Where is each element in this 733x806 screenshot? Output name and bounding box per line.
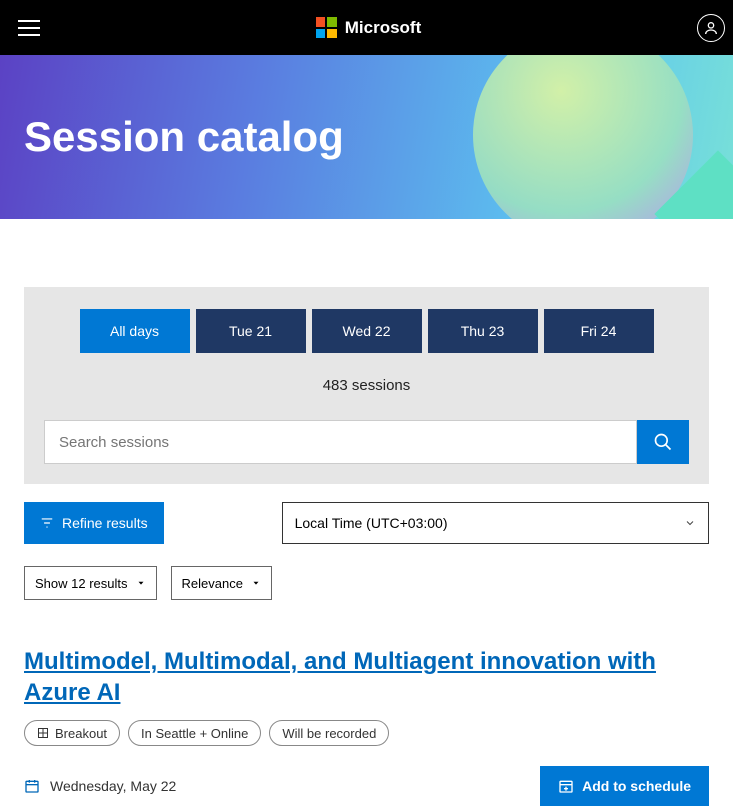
calendar-add-icon — [558, 778, 574, 794]
chevron-down-icon — [684, 517, 696, 529]
timezone-value: Local Time (UTC+03:00) — [295, 515, 448, 531]
session-count: 483 sessions — [44, 377, 689, 394]
refine-button[interactable]: Refine results — [24, 502, 164, 544]
page-size-value: Show 12 results — [35, 576, 128, 591]
session-title-link[interactable]: Multimodel, Multimodal, and Multiagent i… — [24, 648, 656, 706]
session-tag-location: In Seattle + Online — [128, 720, 261, 746]
add-to-schedule-label: Add to schedule — [582, 778, 691, 794]
session-date: Wednesday, May 22 — [50, 778, 176, 794]
filter-panel: All days Tue 21 Wed 22 Thu 23 Fri 24 483… — [24, 287, 709, 484]
session-tag-recorded: Will be recorded — [269, 720, 389, 746]
account-button[interactable] — [697, 14, 725, 42]
search-input[interactable] — [44, 420, 637, 464]
search-icon — [653, 432, 673, 452]
person-icon — [703, 20, 719, 36]
grid-icon — [37, 727, 49, 739]
timezone-select[interactable]: Local Time (UTC+03:00) — [282, 502, 709, 544]
menu-button[interactable] — [18, 20, 40, 36]
day-tab-thu[interactable]: Thu 23 — [428, 309, 538, 353]
day-tab-wed[interactable]: Wed 22 — [312, 309, 422, 353]
refine-label: Refine results — [62, 515, 148, 531]
add-to-schedule-button[interactable]: Add to schedule — [540, 766, 709, 806]
day-tab-tue[interactable]: Tue 21 — [196, 309, 306, 353]
brand-label: Microsoft — [345, 18, 422, 38]
filter-icon — [40, 516, 54, 530]
chevron-down-icon — [136, 578, 146, 588]
calendar-icon — [24, 778, 40, 794]
day-tab-all[interactable]: All days — [80, 309, 190, 353]
brand[interactable]: Microsoft — [316, 17, 422, 38]
page-size-select[interactable]: Show 12 results — [24, 566, 157, 600]
sort-value: Relevance — [182, 576, 243, 591]
hero-banner: Session catalog — [0, 55, 733, 219]
page-title: Session catalog — [24, 113, 344, 161]
session-card: Multimodel, Multimodal, and Multiagent i… — [24, 646, 709, 806]
day-tabs: All days Tue 21 Wed 22 Thu 23 Fri 24 — [44, 309, 689, 353]
chevron-down-icon — [251, 578, 261, 588]
microsoft-logo-icon — [316, 17, 337, 38]
session-tag-format: Breakout — [24, 720, 120, 746]
day-tab-fri[interactable]: Fri 24 — [544, 309, 654, 353]
search-button[interactable] — [637, 420, 689, 464]
sort-select[interactable]: Relevance — [171, 566, 272, 600]
